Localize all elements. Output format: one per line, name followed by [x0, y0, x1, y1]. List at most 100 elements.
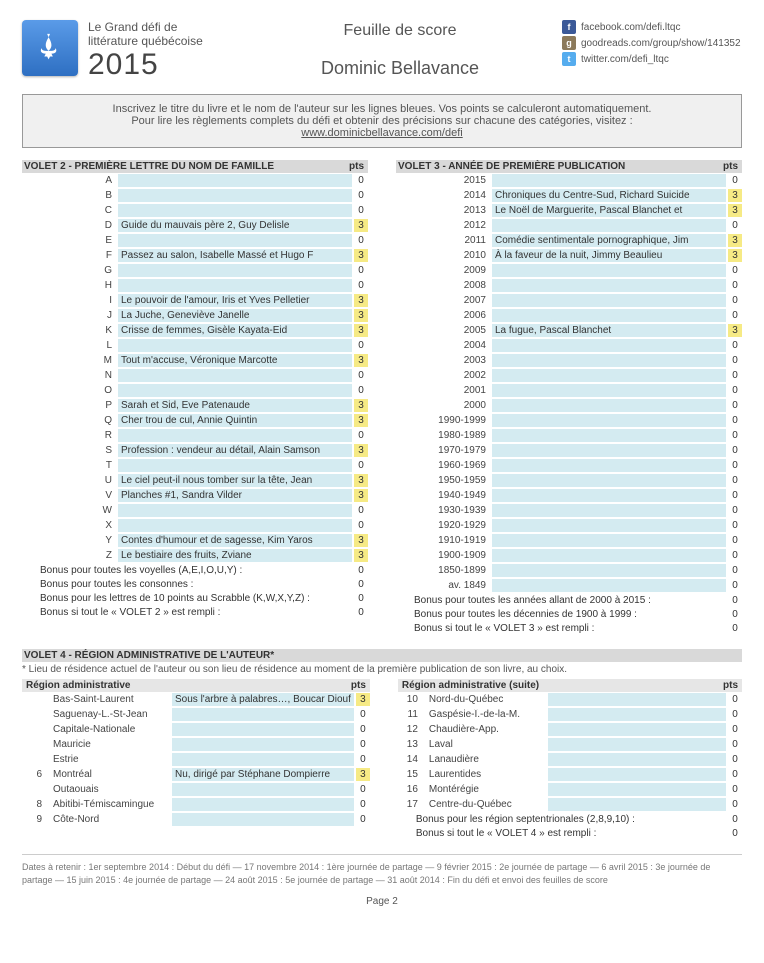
bonus-row: Bonus si tout le « VOLET 4 » est rempli …	[398, 826, 742, 840]
book-input[interactable]: Passez au salon, Isabelle Massé et Hugo …	[118, 249, 352, 262]
book-input[interactable]	[492, 489, 726, 502]
facebook-link[interactable]: ffacebook.com/defi.ltqc	[562, 20, 742, 34]
book-input[interactable]: Crisse de femmes, Gisèle Kayata-Eid	[118, 324, 352, 337]
book-input[interactable]	[492, 354, 726, 367]
book-input[interactable]	[548, 738, 726, 751]
book-input[interactable]	[548, 723, 726, 736]
book-input[interactable]: La Juche, Geneviève Janelle	[118, 309, 352, 322]
book-input[interactable]	[548, 693, 726, 706]
book-input[interactable]	[492, 264, 726, 277]
table-row: ILe pouvoir de l'amour, Iris et Yves Pel…	[22, 293, 368, 308]
book-input[interactable]	[548, 708, 726, 721]
book-input[interactable]: Contes d'humour et de sagesse, Kim Yaros	[118, 534, 352, 547]
book-input[interactable]	[172, 723, 354, 736]
book-input[interactable]: Comédie sentimentale pornographique, Jim	[492, 234, 726, 247]
book-input[interactable]	[118, 339, 352, 352]
row-label: Z	[22, 550, 118, 561]
book-input[interactable]: Tout m'accuse, Véronique Marcotte	[118, 354, 352, 367]
book-input[interactable]	[492, 459, 726, 472]
book-input[interactable]: Planches #1, Sandra Vilder	[118, 489, 352, 502]
book-input[interactable]: Guide du mauvais père 2, Guy Delisle	[118, 219, 352, 232]
book-input[interactable]	[492, 429, 726, 442]
book-input[interactable]: Le bestiaire des fruits, Zviane	[118, 549, 352, 562]
book-input[interactable]	[172, 738, 354, 751]
book-input[interactable]	[492, 534, 726, 547]
book-input[interactable]	[492, 369, 726, 382]
book-input[interactable]	[118, 189, 352, 202]
book-input[interactable]	[492, 174, 726, 187]
book-input[interactable]	[118, 234, 352, 247]
book-input[interactable]	[492, 579, 726, 592]
book-input[interactable]	[172, 783, 354, 796]
row-label: 1910-1919	[396, 535, 492, 546]
book-input[interactable]: Chroniques du Centre-Sud, Richard Suicid…	[492, 189, 726, 202]
book-input[interactable]	[492, 444, 726, 457]
points-cell: 0	[728, 414, 742, 427]
book-input[interactable]	[172, 813, 354, 826]
book-input[interactable]	[492, 399, 726, 412]
instructions-link[interactable]: www.dominicbellavance.com/defi	[301, 127, 462, 139]
book-input[interactable]	[118, 279, 352, 292]
book-input[interactable]	[548, 753, 726, 766]
table-row: KCrisse de femmes, Gisèle Kayata-Eid3	[22, 323, 368, 338]
table-row: A0	[22, 173, 368, 188]
book-input[interactable]	[118, 174, 352, 187]
book-input[interactable]	[548, 783, 726, 796]
row-label: K	[22, 325, 118, 336]
book-input[interactable]	[118, 429, 352, 442]
book-input[interactable]	[492, 414, 726, 427]
book-input[interactable]: Le ciel peut-il nous tomber sur la tête,…	[118, 474, 352, 487]
book-input[interactable]	[492, 219, 726, 232]
header: Le Grand défi de littérature québécoise …	[22, 20, 742, 82]
book-input[interactable]: Sarah et Sid, Eve Patenaude	[118, 399, 352, 412]
volet3-section: VOLET 3 - ANNÉE DE PREMIÈRE PUBLICATION …	[396, 160, 742, 635]
row-label: Gaspésie-Î.-de-la-M.	[421, 709, 548, 720]
book-input[interactable]	[548, 798, 726, 811]
table-row: Bas-Saint-LaurentSous l'arbre à palabres…	[22, 692, 370, 707]
points-cell: 0	[354, 459, 368, 472]
points-cell: 0	[728, 579, 742, 592]
book-input[interactable]	[172, 798, 354, 811]
book-input[interactable]: Sous l'arbre à palabres…, Boucar Diouf	[172, 693, 354, 706]
book-input[interactable]	[492, 549, 726, 562]
book-input[interactable]	[172, 708, 354, 721]
author-name: Dominic Bellavance	[238, 58, 562, 79]
book-input[interactable]	[118, 459, 352, 472]
book-input[interactable]	[492, 339, 726, 352]
bonus-label: Bonus pour toutes les décennies de 1900 …	[396, 609, 728, 620]
book-input[interactable]: Le pouvoir de l'amour, Iris et Yves Pell…	[118, 294, 352, 307]
book-input[interactable]	[548, 768, 726, 781]
goodreads-link[interactable]: ggoodreads.com/group/show/141352	[562, 36, 742, 50]
book-input[interactable]	[492, 564, 726, 577]
book-input[interactable]	[492, 309, 726, 322]
book-input[interactable]	[492, 294, 726, 307]
points-cell: 0	[354, 504, 368, 517]
book-input[interactable]: La fugue, Pascal Blanchet	[492, 324, 726, 337]
twitter-link[interactable]: ttwitter.com/defi_ltqc	[562, 52, 742, 66]
book-input[interactable]	[118, 519, 352, 532]
book-input[interactable]	[118, 504, 352, 517]
book-input[interactable]	[492, 384, 726, 397]
table-row: YContes d'humour et de sagesse, Kim Yaro…	[22, 533, 368, 548]
book-input[interactable]	[118, 384, 352, 397]
book-input[interactable]	[118, 369, 352, 382]
book-input[interactable]	[172, 753, 354, 766]
book-input[interactable]: Profession : vendeur au détail, Alain Sa…	[118, 444, 352, 457]
book-input[interactable]: À la faveur de la nuit, Jimmy Beaulieu	[492, 249, 726, 262]
bonus-label: Bonus pour toutes les voyelles (A,E,I,O,…	[22, 565, 354, 576]
book-input[interactable]	[118, 264, 352, 277]
points-cell: 0	[728, 279, 742, 292]
book-input[interactable]	[492, 519, 726, 532]
book-input[interactable]: Le Noël de Marguerite, Pascal Blanchet e…	[492, 204, 726, 217]
table-row: PSarah et Sid, Eve Patenaude3	[22, 398, 368, 413]
row-label: J	[22, 310, 118, 321]
book-input[interactable]	[492, 474, 726, 487]
book-input[interactable]: Cher trou de cul, Annie Quintin	[118, 414, 352, 427]
book-input[interactable]: Nu, dirigé par Stéphane Dompierre	[172, 768, 354, 781]
book-input[interactable]	[492, 279, 726, 292]
row-label: I	[22, 295, 118, 306]
book-input[interactable]	[492, 504, 726, 517]
row-label: Abitibi-Témiscamingue	[45, 799, 172, 810]
book-input[interactable]	[118, 204, 352, 217]
bonus-label: Bonus pour les lettres de 10 points au S…	[22, 593, 354, 604]
